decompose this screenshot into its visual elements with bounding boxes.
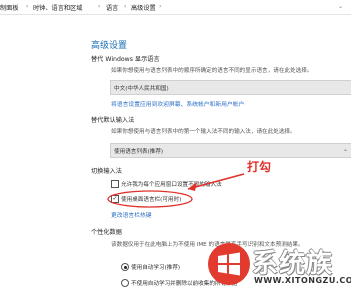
watermark-logo xyxy=(208,243,250,285)
highlight-ellipse xyxy=(107,190,193,208)
watermark-brand: 系统族 xyxy=(252,249,334,279)
watermark-url: WWW.XITONGZU.COM xyxy=(254,276,351,285)
red-arrow xyxy=(187,173,245,190)
annotation-text: 打勾 xyxy=(247,160,272,174)
red-arrow-head xyxy=(188,182,197,191)
